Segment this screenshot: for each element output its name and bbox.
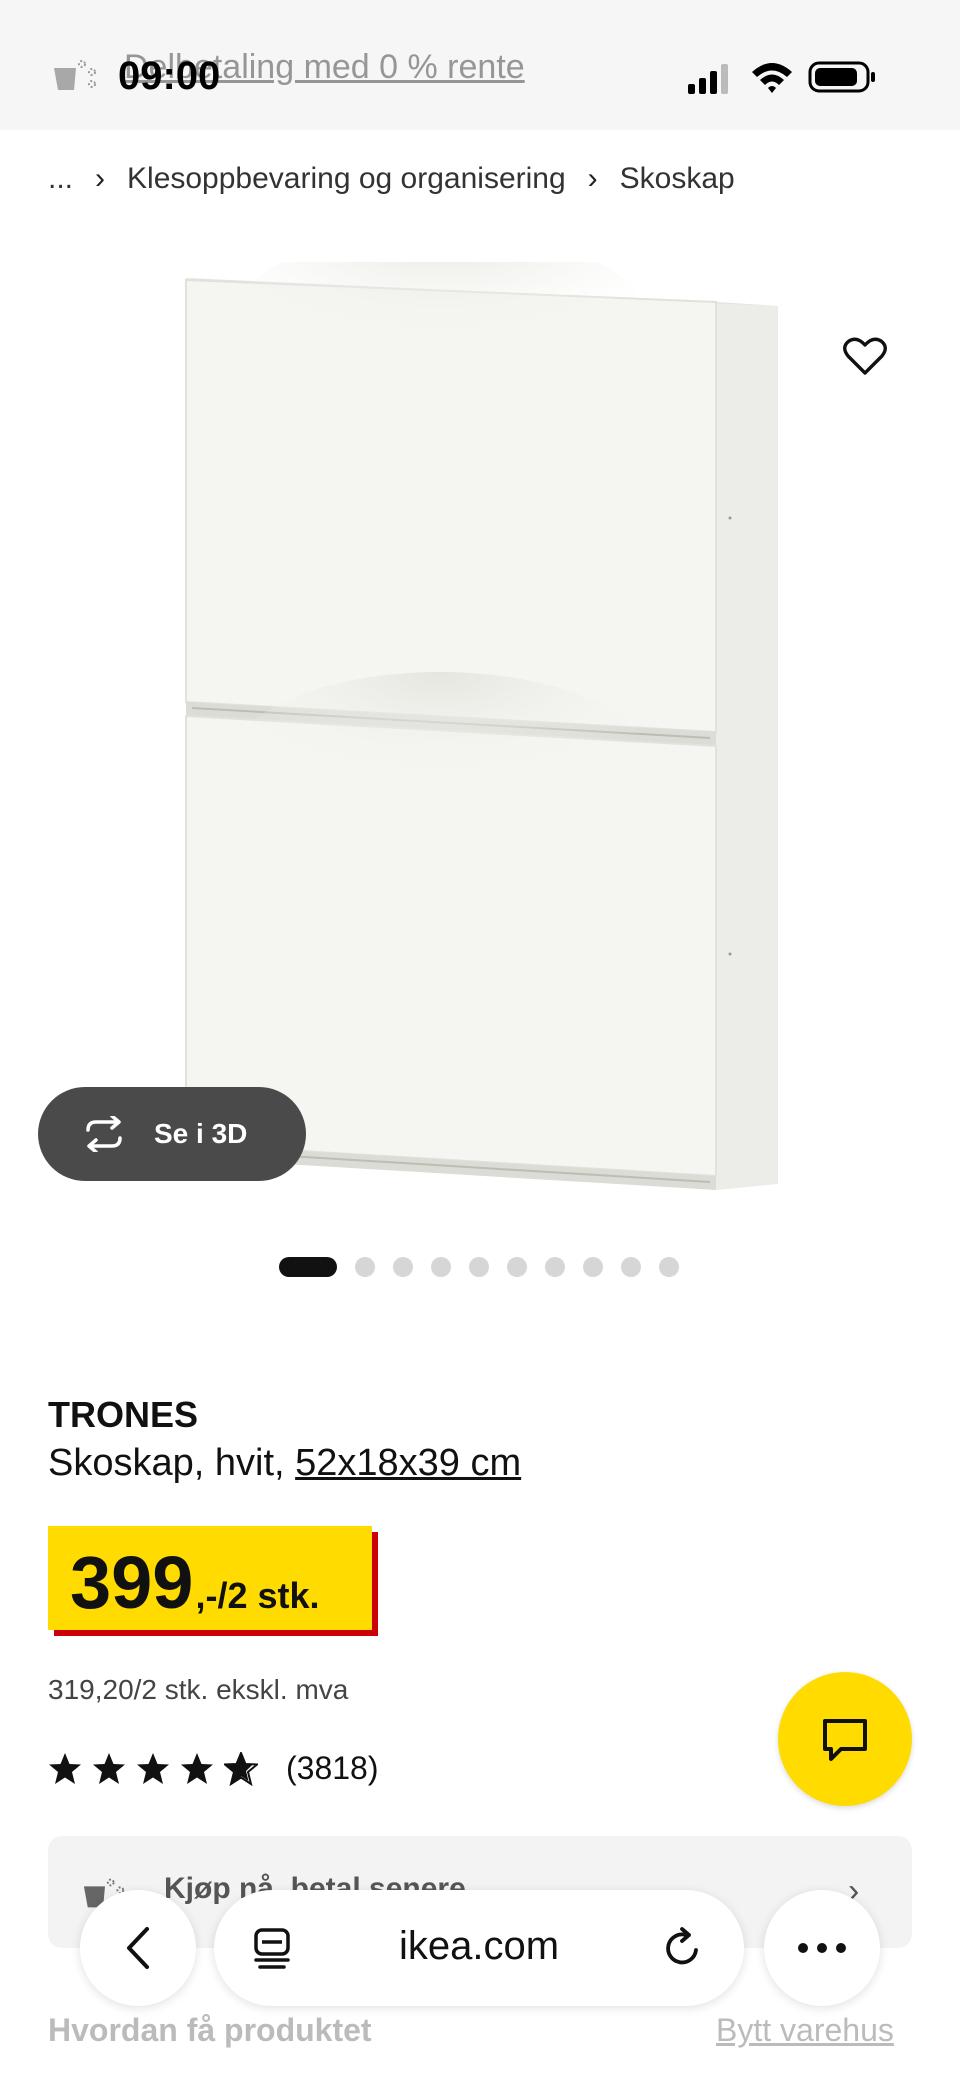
view-3d-button[interactable]: Se i 3D [38,1087,306,1181]
carousel-dot[interactable] [431,1257,451,1277]
wifi-icon [752,63,792,93]
browser-more-button[interactable] [764,1890,880,2006]
star-icon [181,1752,213,1784]
carousel-dot[interactable] [545,1257,565,1277]
carousel-dot[interactable] [355,1257,375,1277]
breadcrumb-ellipsis[interactable]: ... [48,162,73,196]
chat-icon [823,1719,867,1761]
carousel-dot[interactable] [621,1257,641,1277]
browser-address-bar[interactable]: ikea.com [214,1890,744,2006]
price-main: 399 [70,1541,194,1624]
signal-icon [688,64,728,94]
breadcrumb: ... › Klesoppbevaring og organisering › … [48,162,735,196]
carousel-dot[interactable] [393,1257,413,1277]
more-icon [798,1943,846,1953]
rotate-icon [86,1116,122,1152]
star-icon [93,1752,125,1784]
product-description: Skoskap, hvit, 52x18x39 cm [48,1442,521,1485]
chevron-left-icon [127,1927,149,1969]
product-rating[interactable]: (3818) [48,1750,379,1787]
payment-icon [54,60,96,90]
price-tag: 399 ,-/2 stk. [48,1526,372,1630]
breadcrumb-item-clothes-storage[interactable]: Klesoppbevaring og organisering [127,162,566,196]
product-name: TRONES [48,1394,199,1435]
carousel-dot[interactable] [659,1257,679,1277]
star-half-icon [224,1751,258,1786]
view-3d-label: Se i 3D [154,1118,248,1149]
delivery-section-title: Hvordan få produktet [48,2012,372,2048]
breadcrumb-item-shoe-cabinet[interactable]: Skoskap [620,162,735,196]
clock: 09:00 [118,54,221,98]
heart-icon [843,337,887,375]
product-type: Skoskap, hvit, [48,1442,296,1484]
carousel-dot[interactable] [469,1257,489,1277]
browser-back-button[interactable] [80,1890,196,2006]
breadcrumb-separator: › [587,162,598,195]
rating-count: (3818) [286,1750,379,1786]
chat-button[interactable] [778,1672,912,1806]
image-carousel-dots [279,1257,679,1277]
star-icon [137,1752,169,1784]
breadcrumb-separator: › [95,162,106,195]
reload-icon[interactable] [660,1926,704,1970]
star-icon [49,1752,81,1784]
wishlist-button[interactable] [826,318,904,396]
carousel-dot[interactable] [279,1257,337,1277]
price-suffix: ,-/2 stk. [195,1575,320,1616]
carousel-dot[interactable] [507,1257,527,1277]
status-bar: Delbetaling med 0 % rente 09:00 [0,0,960,130]
carousel-dot[interactable] [583,1257,603,1277]
product-image[interactable] [140,262,820,1222]
price-excl-vat: 319,20/2 stk. ekskl. mva [48,1674,349,1705]
battery-icon [808,61,875,93]
change-store-link[interactable]: Bytt varehus [716,2012,894,2049]
product-dimensions-link[interactable]: 52x18x39 cm [295,1442,521,1484]
